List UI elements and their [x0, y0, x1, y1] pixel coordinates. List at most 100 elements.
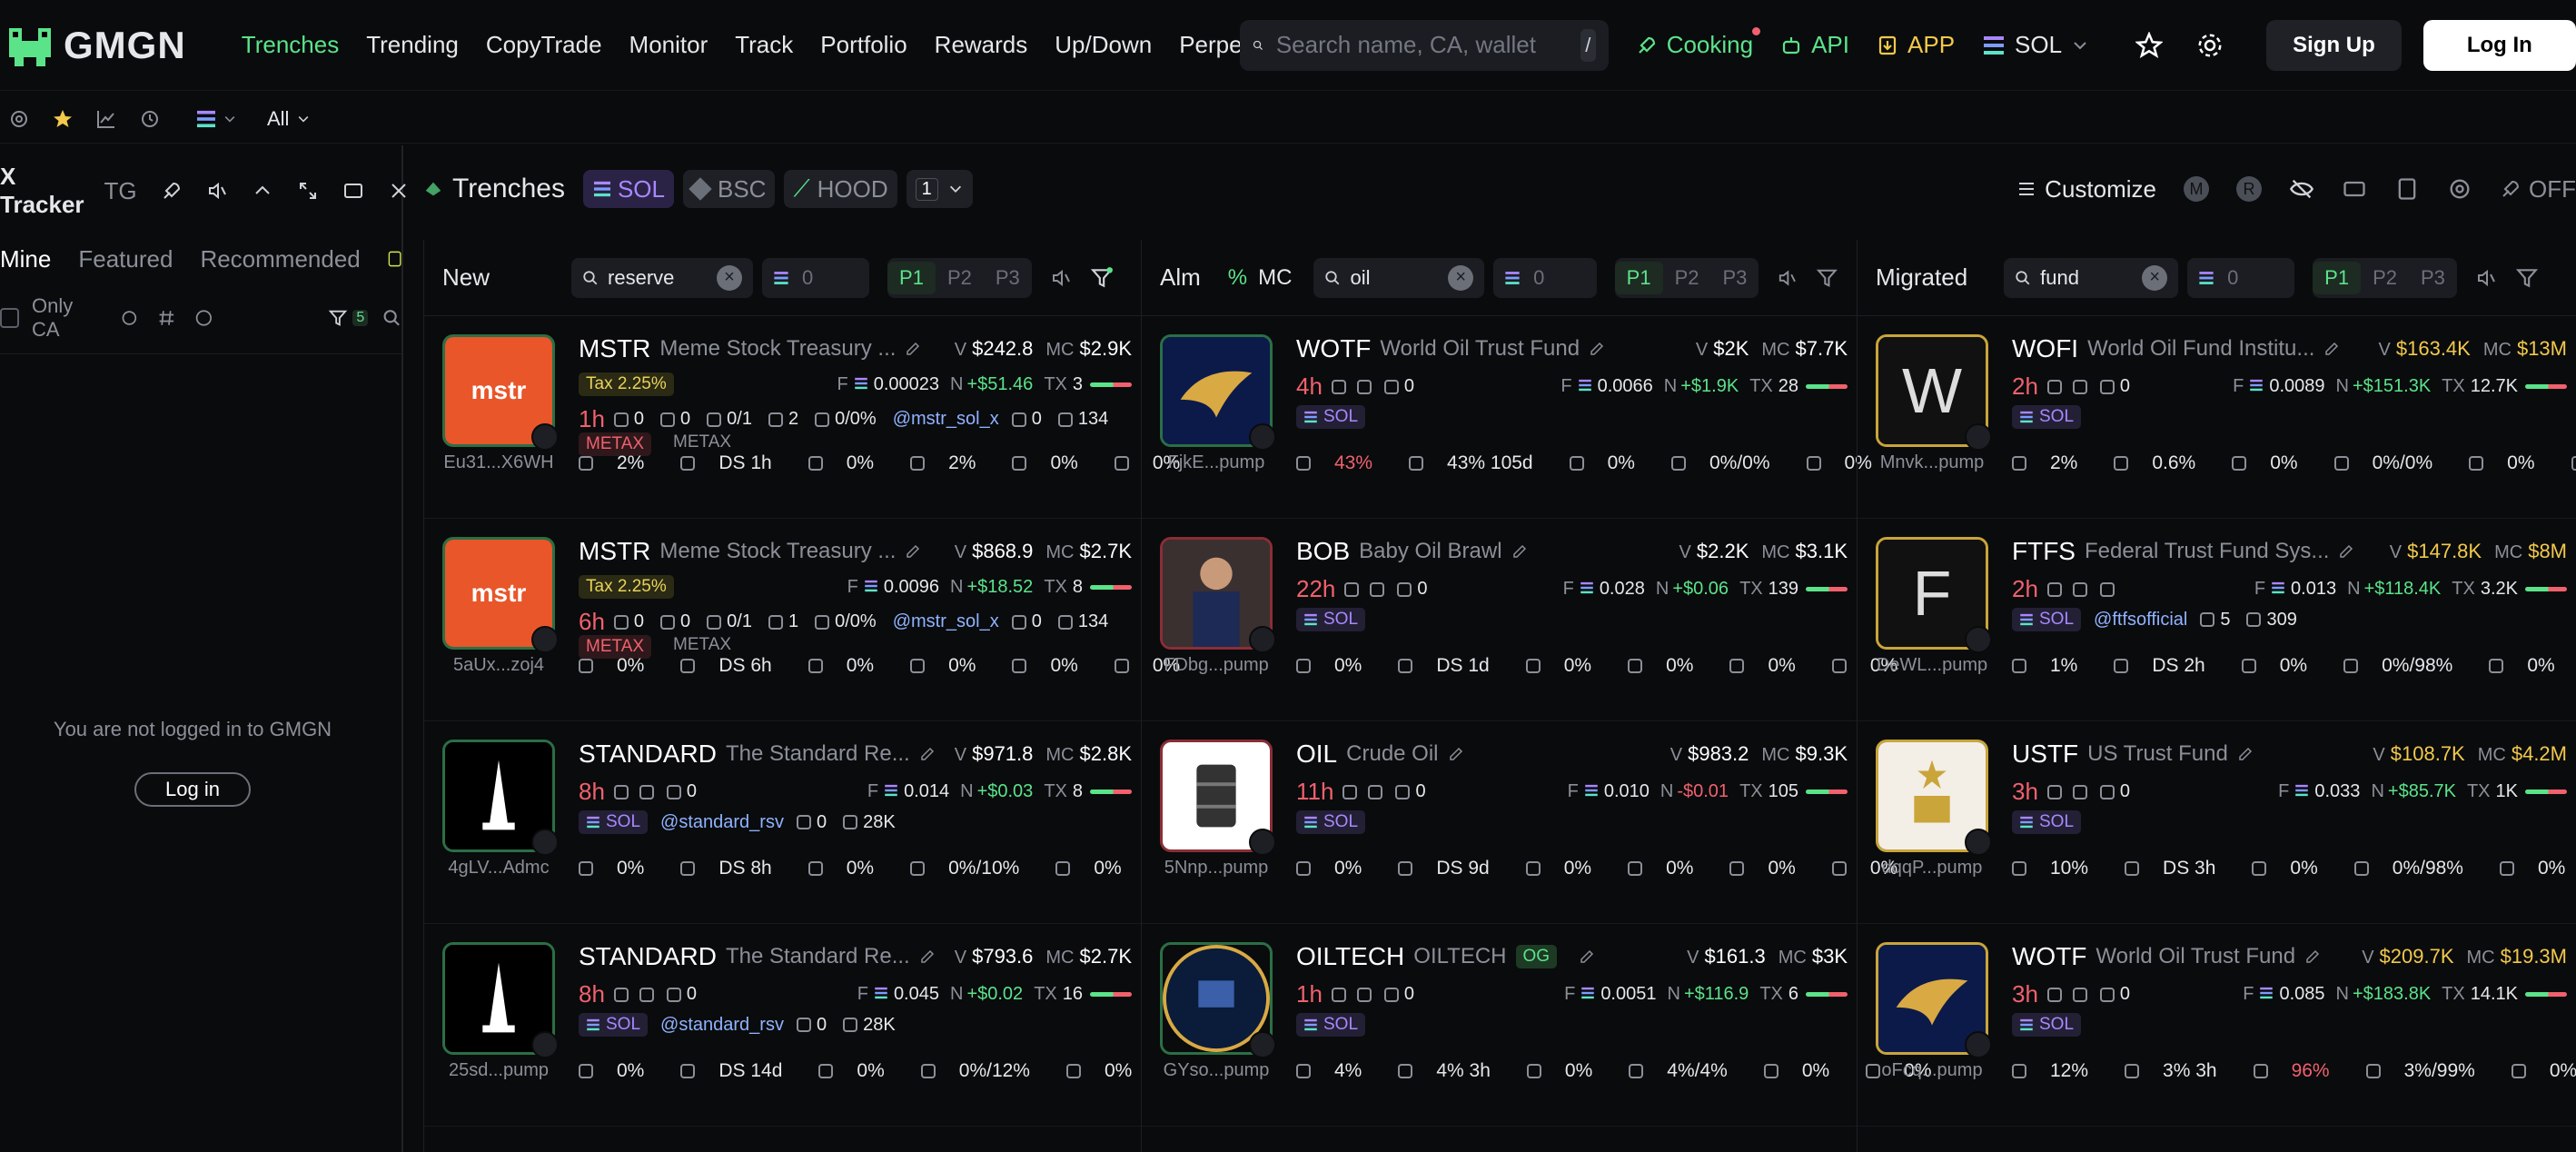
- chain-chip-bsc[interactable]: BSC: [682, 170, 776, 208]
- customize-button[interactable]: Customize: [2016, 175, 2156, 204]
- token-card[interactable]: F DeWL...pump FTFS Federal Trust Fund Sy…: [1858, 519, 2576, 721]
- clear-search-icon[interactable]: ×: [1448, 264, 1474, 291]
- only-ca-checkbox[interactable]: [0, 307, 19, 328]
- token-icon[interactable]: [194, 308, 213, 328]
- edit-pencil-icon[interactable]: [2304, 948, 2321, 965]
- token-symbol[interactable]: BOB: [1296, 537, 1350, 566]
- percent-toggle[interactable]: %: [1228, 265, 1247, 291]
- search-input[interactable]: [1275, 31, 1580, 59]
- close-icon[interactable]: [388, 180, 410, 202]
- token-symbol[interactable]: STANDARD: [579, 942, 717, 971]
- p2[interactable]: P2: [936, 266, 984, 290]
- token-address[interactable]: 4gLV...Admc: [424, 858, 573, 879]
- signup-button[interactable]: Sign Up: [2266, 19, 2402, 71]
- token-symbol[interactable]: MSTR: [579, 334, 650, 363]
- edit-pencil-icon[interactable]: [2338, 543, 2354, 560]
- twitter-handle[interactable]: @standard_rsv: [660, 1015, 784, 1036]
- token-address[interactable]: 5aUx...zoj4: [424, 655, 573, 676]
- subtab-recommended[interactable]: Recommended: [200, 245, 360, 273]
- settings-gear-icon[interactable]: [4, 104, 35, 134]
- edit-pencil-icon[interactable]: [919, 948, 936, 965]
- search-icon[interactable]: [382, 308, 401, 328]
- brand-logo[interactable]: GMGN: [5, 21, 203, 70]
- priority-switch[interactable]: P1 P2 P3: [1614, 257, 1759, 298]
- edit-pencil-icon[interactable]: [1511, 543, 1528, 560]
- cooking-button[interactable]: Cooking: [1636, 27, 1761, 59]
- min-amount-input[interactable]: 0: [1493, 257, 1597, 298]
- clear-search-icon[interactable]: ×: [2142, 264, 2168, 291]
- p3[interactable]: P3: [1710, 266, 1759, 290]
- nav-track[interactable]: Track: [735, 31, 793, 59]
- app-download-button[interactable]: APP: [1877, 31, 1955, 59]
- tab-tg[interactable]: TG: [104, 177, 137, 205]
- chart-icon[interactable]: [91, 104, 122, 134]
- popout-icon[interactable]: [342, 180, 364, 202]
- token-address[interactable]: oFcq...pump: [1858, 1060, 2006, 1081]
- token-address[interactable]: 25sd...pump: [424, 1060, 573, 1081]
- filter-icon[interactable]: [1816, 266, 1838, 290]
- favorites-star-icon[interactable]: [2129, 25, 2169, 65]
- chevron-up-icon[interactable]: [252, 180, 273, 202]
- token-address[interactable]: FDbg...pump: [1142, 655, 1291, 676]
- token-card[interactable]: 4gLV...Admc STANDARD The Standard Re... …: [424, 721, 1141, 924]
- token-symbol[interactable]: MSTR: [579, 537, 650, 566]
- api-button[interactable]: API: [1780, 31, 1849, 59]
- token-card[interactable]: FDbg...pump BOB Baby Oil Brawl V $2.2K MC…: [1142, 519, 1897, 721]
- tab-x-tracker[interactable]: X Tracker: [0, 163, 84, 219]
- clear-search-icon[interactable]: ×: [717, 264, 743, 291]
- filter-all-dropdown[interactable]: All: [267, 107, 311, 131]
- settings-gear-icon[interactable]: [2447, 176, 2472, 202]
- token-symbol[interactable]: STANDARD: [579, 740, 717, 769]
- nav-monitor[interactable]: Monitor: [629, 31, 708, 59]
- nav-trending[interactable]: Trending: [366, 31, 459, 59]
- token-address[interactable]: dqqP...pump: [1858, 858, 2006, 879]
- layout-count-dropdown[interactable]: 1: [906, 170, 973, 208]
- p3[interactable]: P3: [984, 266, 1032, 290]
- edit-pencil-icon[interactable]: [1589, 341, 1605, 357]
- column-search[interactable]: oil ×: [1313, 257, 1485, 298]
- mute-icon[interactable]: [206, 180, 228, 202]
- mute-icon[interactable]: [1050, 267, 1072, 289]
- p1[interactable]: P1: [1614, 261, 1663, 294]
- token-card[interactable]: oFcq...pump WOTF World Oil Trust Fund V $…: [1858, 924, 2576, 1127]
- token-card[interactable]: 25sd...pump STANDARD The Standard Re... …: [424, 924, 1141, 1127]
- chain-chip-hood[interactable]: ⟋ HOOD: [784, 170, 897, 208]
- history-icon[interactable]: [134, 104, 165, 134]
- twitter-handle[interactable]: @mstr_sol_x: [893, 611, 999, 632]
- token-symbol[interactable]: USTF: [2012, 740, 2078, 769]
- rocket-icon[interactable]: [161, 180, 183, 202]
- filter-icon[interactable]: [1090, 266, 1114, 290]
- hide-eye-icon[interactable]: [2289, 176, 2314, 202]
- nav-portfolio[interactable]: Portfolio: [820, 31, 907, 59]
- filter-count-badge[interactable]: 5: [327, 308, 369, 328]
- token-symbol[interactable]: WOTF: [1296, 334, 1371, 363]
- priority-switch[interactable]: P1 P2 P3: [887, 257, 1032, 298]
- token-card[interactable]: 5Nnp...pump OIL Crude Oil V $983.2 MC $9.3…: [1142, 721, 1897, 924]
- autotrade-toggle[interactable]: OFF: [2500, 175, 2576, 204]
- p2[interactable]: P2: [1663, 266, 1711, 290]
- twitter-handle[interactable]: @ftfsofficial: [2094, 610, 2187, 631]
- token-symbol[interactable]: FTFS: [2012, 537, 2076, 566]
- mute-icon[interactable]: [2475, 267, 2497, 289]
- settings-gear-icon[interactable]: [120, 308, 139, 328]
- mute-icon[interactable]: [1777, 267, 1798, 289]
- chain-chip-sol[interactable]: SOL: [582, 170, 674, 208]
- star-filled-icon[interactable]: [47, 104, 78, 134]
- bookmark-x-icon[interactable]: [2394, 176, 2420, 202]
- keyboard-icon[interactable]: [2342, 176, 2367, 202]
- edit-pencil-icon[interactable]: [919, 746, 936, 762]
- edit-pencil-icon[interactable]: [2237, 746, 2254, 762]
- column-search[interactable]: fund ×: [2004, 257, 2179, 298]
- bookmark-icon[interactable]: [388, 247, 401, 271]
- edit-pencil-icon[interactable]: [1448, 746, 1464, 762]
- r-circle-icon[interactable]: R: [2236, 176, 2262, 202]
- min-amount-input[interactable]: 0: [762, 257, 870, 298]
- token-address[interactable]: GYso...pump: [1142, 1060, 1291, 1081]
- token-address[interactable]: DeWL...pump: [1858, 655, 2006, 676]
- priority-switch[interactable]: P1 P2 P3: [2313, 257, 2457, 298]
- nav-trenches[interactable]: Trenches: [242, 31, 339, 59]
- login-button[interactable]: Log In: [2422, 19, 2576, 71]
- nav-copytrade[interactable]: CopyTrade: [486, 31, 602, 59]
- hashtag-icon[interactable]: [157, 308, 176, 328]
- edit-pencil-icon[interactable]: [905, 341, 921, 357]
